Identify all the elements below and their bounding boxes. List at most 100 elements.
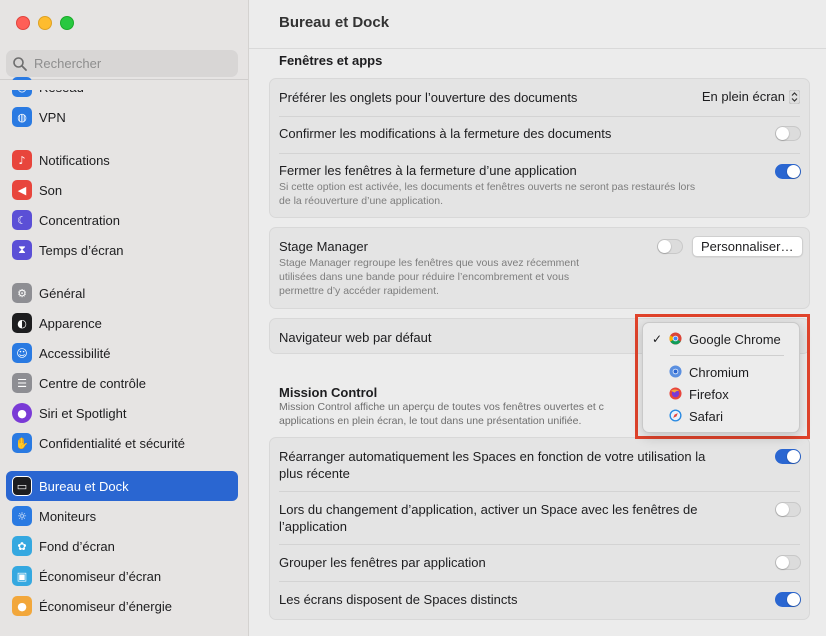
siri-icon: ● [12, 403, 32, 423]
menu-item-safari[interactable]: Safari [643, 405, 799, 427]
rearrange-spaces-label: Réarranger automatiquement les Spaces en… [279, 449, 706, 464]
toggle-knob [776, 503, 789, 516]
page-title: Bureau et Dock [279, 14, 390, 31]
sidebar-item-wallpaper[interactable]: ✿ Fond d’écran [6, 531, 238, 561]
sidebar: ◎ Réseau ◍ VPN ♪ Notifications ◀ Son ☾ C… [0, 0, 249, 636]
group-windows-toggle[interactable] [775, 555, 801, 570]
menu-item-google-chrome[interactable]: ✓ Google Chrome [643, 328, 799, 350]
accessibility-icon: ☺ [12, 343, 32, 363]
sidebar-item-label: Temps d’écran [39, 242, 124, 258]
separate-spaces-label: Les écrans disposent de Spaces distincts [279, 592, 518, 607]
menu-item-label: Chromium [689, 364, 749, 380]
sidebar-item-label: VPN [39, 109, 66, 125]
sidebar-item-label: Siri et Spotlight [39, 405, 127, 421]
screensaver-icon: ▣ [12, 566, 32, 586]
sidebar-item-screen-time[interactable]: ⧗ Temps d’écran [6, 235, 238, 265]
prefer-tabs-popup[interactable]: En plein écran [702, 89, 800, 104]
dock-icon: ▭ [12, 476, 32, 496]
control-center-icon: ☰ [12, 373, 32, 393]
toggle-knob [776, 556, 789, 569]
sidebar-item-energy-saver[interactable]: ● Économiseur d’énergie [6, 591, 238, 621]
sidebar-item-notifications[interactable]: ♪ Notifications [6, 145, 238, 175]
zoom-window-button[interactable] [60, 16, 74, 30]
switch-app-label: Lors du changement d’application, active… [279, 502, 698, 517]
section-heading-windows-apps: Fenêtres et apps [279, 53, 383, 68]
divider [279, 581, 800, 582]
sidebar-item-label: Économiseur d’énergie [39, 598, 172, 614]
sidebar-item-label: Concentration [39, 212, 120, 228]
bell-icon: ♪ [12, 150, 32, 170]
title-bar: Bureau et Dock [249, 0, 826, 49]
close-windows-description-2: de la réouverture d’une application. [279, 195, 444, 207]
sidebar-item-vpn[interactable]: ◍ VPN [6, 102, 238, 132]
confirm-changes-toggle[interactable] [775, 126, 801, 141]
toggle-knob [787, 450, 800, 463]
default-browser-label: Navigateur web par défaut [279, 330, 432, 345]
search-icon [13, 56, 27, 71]
minimize-window-button[interactable] [38, 16, 52, 30]
appearance-icon: ◐ [12, 313, 32, 333]
hand-icon: ✋ [12, 433, 32, 453]
safari-icon [669, 409, 682, 422]
menu-item-label: Firefox [689, 386, 729, 402]
menu-item-label: Google Chrome [689, 331, 781, 347]
stage-manager-label: Stage Manager [279, 239, 368, 254]
sidebar-item-label: Apparence [39, 315, 102, 331]
window-controls [16, 16, 74, 30]
sidebar-item-desktop-dock[interactable]: ▭ Bureau et Dock [6, 471, 238, 501]
sidebar-item-accessibility[interactable]: ☺ Accessibilité [6, 338, 238, 368]
separate-spaces-toggle[interactable] [775, 592, 801, 607]
stepper-icon [789, 89, 800, 104]
firefox-icon [669, 387, 682, 400]
sun-icon: ☼ [12, 506, 32, 526]
prefer-tabs-value: En plein écran [701, 89, 785, 104]
sidebar-item-label: Moniteurs [39, 508, 97, 524]
close-window-button[interactable] [16, 16, 30, 30]
speaker-icon: ◀ [12, 180, 32, 200]
customize-button[interactable]: Personnaliser… [692, 236, 803, 257]
search-input[interactable] [34, 56, 224, 71]
browser-dropdown-menu: ✓ Google Chrome Chromium Firefox Safari [642, 322, 800, 433]
vpn-icon: ◍ [12, 107, 32, 127]
prefer-tabs-label: Préférer les onglets pour l’ouverture de… [279, 90, 578, 105]
sidebar-item-label: Économiseur d’écran [39, 568, 162, 584]
sidebar-item-general[interactable]: ⚙ Général [6, 278, 238, 308]
sidebar-item-focus[interactable]: ☾ Concentration [6, 205, 238, 235]
chromium-icon [669, 365, 682, 378]
sidebar-item-screensaver[interactable]: ▣ Économiseur d’écran [6, 561, 238, 591]
divider [279, 544, 800, 545]
chrome-icon [669, 332, 682, 345]
toggle-knob [658, 240, 671, 253]
close-windows-label: Fermer les fenêtres à la fermeture d’une… [279, 163, 577, 178]
stage-manager-card: Stage Manager Stage Manager regroupe les… [269, 227, 810, 309]
toggle-knob [787, 165, 800, 178]
sidebar-item-label: Centre de contrôle [39, 375, 146, 391]
sidebar-item-displays[interactable]: ☼ Moniteurs [6, 501, 238, 531]
sidebar-item-label: Confidentialité et sécurité [39, 435, 185, 451]
sidebar-item-label: Bureau et Dock [39, 478, 129, 494]
wallpaper-icon: ✿ [12, 536, 32, 556]
stage-manager-toggle[interactable] [657, 239, 683, 254]
divider [279, 116, 800, 117]
divider [670, 355, 784, 356]
switch-app-toggle[interactable] [775, 502, 801, 517]
divider [279, 153, 800, 154]
sidebar-scroll-mask [0, 80, 248, 90]
sidebar-item-privacy-security[interactable]: ✋ Confidentialité et sécurité [6, 428, 238, 458]
stage-manager-description: Stage Manager regroupe les fenêtres que … [279, 257, 580, 269]
close-windows-toggle[interactable] [775, 164, 801, 179]
checkmark-icon: ✓ [652, 332, 663, 346]
sidebar-item-label: Son [39, 182, 63, 198]
sidebar-item-appearance[interactable]: ◐ Apparence [6, 308, 238, 338]
moon-icon: ☾ [12, 210, 32, 230]
menu-item-chromium[interactable]: Chromium [643, 361, 799, 383]
rearrange-spaces-toggle[interactable] [775, 449, 801, 464]
sidebar-item-siri-spotlight[interactable]: ● Siri et Spotlight [6, 398, 238, 428]
menu-item-label: Safari [689, 408, 723, 424]
windows-apps-card: Préférer les onglets pour l’ouverture de… [269, 78, 810, 218]
menu-item-firefox[interactable]: Firefox [643, 383, 799, 405]
sidebar-item-sound[interactable]: ◀ Son [6, 175, 238, 205]
sidebar-item-control-center[interactable]: ☰ Centre de contrôle [6, 368, 238, 398]
hourglass-icon: ⧗ [12, 240, 32, 260]
close-windows-description: Si cette option est activée, les documen… [279, 181, 696, 193]
